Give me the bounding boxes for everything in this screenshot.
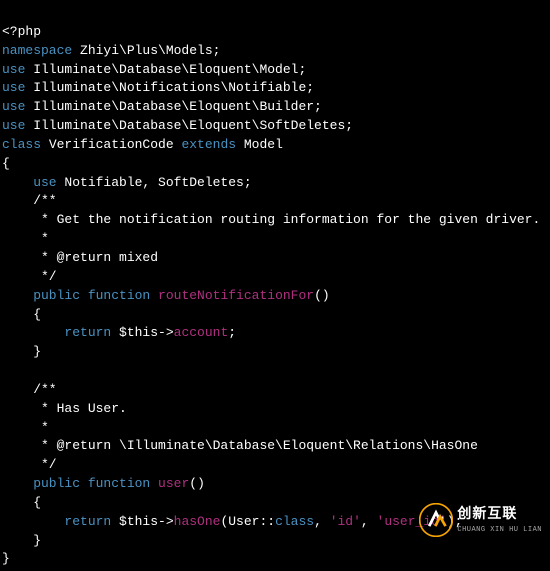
brace-close: }: [2, 551, 10, 566]
docblock-line: *: [2, 420, 49, 435]
kw-public: public: [2, 476, 88, 491]
func-name: routeNotificationFor: [158, 288, 314, 303]
php-open-tag: <?php: [2, 24, 41, 39]
parens: (): [189, 476, 205, 491]
docblock-open: /**: [2, 382, 57, 397]
use-path: Illuminate\Database\Eloquent\Builder;: [25, 99, 321, 114]
docblock-line: * Get the notification routing informati…: [2, 212, 540, 227]
this-arrow: $this->: [111, 514, 173, 529]
docblock-close: */: [2, 269, 57, 284]
brace-open: {: [2, 495, 41, 510]
brace-open: {: [2, 156, 10, 171]
semicolon: ;: [228, 325, 236, 340]
code-block: <?php namespace Zhiyi\Plus\Models; use I…: [0, 0, 550, 571]
docblock-close: */: [2, 457, 57, 472]
brace-open: {: [2, 307, 41, 322]
kw-return: return: [2, 325, 111, 340]
kw-public: public: [2, 288, 88, 303]
use-path: Illuminate\Database\Eloquent\Model;: [25, 62, 306, 77]
kw-class: class: [2, 137, 41, 152]
kw-class-const: class: [275, 514, 314, 529]
trait-list: Notifiable, SoftDeletes;: [57, 175, 252, 190]
comma: ,: [314, 514, 330, 529]
docblock-line: * Has User.: [2, 401, 127, 416]
ns-path: Zhiyi\Plus\Models;: [72, 43, 220, 58]
kw-extends: extends: [181, 137, 236, 152]
use-path: Illuminate\Notifications\Notifiable;: [25, 80, 314, 95]
kw-use: use: [2, 62, 25, 77]
string-id: 'id': [330, 514, 361, 529]
kw-return: return: [2, 514, 111, 529]
func-name: user: [158, 476, 189, 491]
kw-use: use: [2, 99, 25, 114]
logo-text: 创新互联 CHUANG XIN HU LIAN: [457, 505, 542, 535]
comma: ,: [361, 514, 377, 529]
prop-account: account: [174, 325, 229, 340]
docblock-line: * @return \Illuminate\Database\Eloquent\…: [2, 438, 478, 453]
watermark-logo: 创新互联 CHUANG XIN HU LIAN: [419, 503, 542, 537]
kw-function: function: [88, 288, 158, 303]
extends-name: Model: [236, 137, 283, 152]
arg-open: (User::: [220, 514, 275, 529]
brace-close: }: [2, 533, 41, 548]
kw-use-trait: use: [2, 175, 57, 190]
brace-close: }: [2, 344, 41, 359]
logo-text-en: CHUANG XIN HU LIAN: [457, 525, 542, 535]
method-hasone: hasOne: [174, 514, 221, 529]
this-arrow: $this->: [111, 325, 173, 340]
use-path: Illuminate\Database\Eloquent\SoftDeletes…: [25, 118, 353, 133]
docblock-line: * @return mixed: [2, 250, 158, 265]
kw-use: use: [2, 118, 25, 133]
logo-text-cn: 创新互联: [457, 505, 542, 525]
kw-namespace: namespace: [2, 43, 72, 58]
kw-use: use: [2, 80, 25, 95]
kw-function: function: [88, 476, 158, 491]
docblock-open: /**: [2, 193, 57, 208]
class-name: VerificationCode: [41, 137, 181, 152]
docblock-line: *: [2, 231, 49, 246]
logo-icon: [419, 503, 453, 537]
parens: (): [314, 288, 330, 303]
